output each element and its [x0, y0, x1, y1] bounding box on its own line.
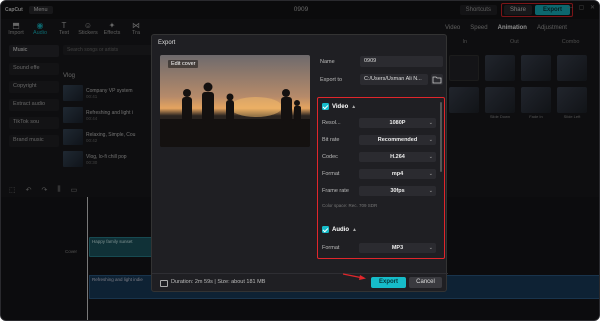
framerate-value: 30fps — [390, 188, 405, 194]
name-label: Name — [320, 59, 335, 65]
export-summary: Duration: 2m 59s | Size: about 181 MB — [171, 279, 266, 285]
resolution-label: Resol... — [322, 120, 341, 126]
family-silhouette-image — [160, 82, 310, 147]
cancel-button[interactable]: Cancel — [409, 277, 442, 288]
codec-value: H.264 — [390, 154, 405, 160]
audio-section-header[interactable]: Audio ▲ — [322, 226, 357, 233]
chevron-down-icon: ⌄ — [428, 245, 433, 251]
name-input[interactable]: 0909 — [360, 56, 443, 67]
audio-format-label: Format — [322, 245, 340, 251]
folder-icon — [432, 76, 442, 84]
export-path-input[interactable]: C:/Users/Usman Ali N... — [360, 74, 428, 85]
chevron-down-icon: ⌄ — [428, 137, 433, 143]
video-section-header[interactable]: Video ▲ — [322, 103, 356, 110]
annotation-arrow-icon — [343, 273, 366, 280]
dialog-footer: Duration: 2m 59s | Size: about 181 MB Ex… — [152, 273, 448, 291]
collapse-icon[interactable]: ▲ — [351, 104, 356, 110]
chevron-down-icon: ⌄ — [428, 154, 433, 160]
settings-scrollbar[interactable] — [440, 102, 442, 172]
film-icon — [160, 280, 168, 287]
section-title: Audio — [332, 226, 349, 233]
video-checkbox[interactable] — [322, 103, 329, 110]
dialog-title: Export — [158, 40, 176, 46]
format-select[interactable]: mp4 ⌄ — [359, 169, 436, 179]
bitrate-label: Bit rate — [322, 137, 340, 143]
audio-format-select[interactable]: MP3 ⌄ — [359, 243, 436, 253]
chevron-down-icon: ⌄ — [428, 188, 433, 194]
export-dialog: Export Edit cover Name 0909 Export to C:… — [151, 34, 448, 292]
export-button[interactable]: Export — [371, 277, 406, 288]
bitrate-value: Recommended — [377, 137, 418, 143]
section-title: Video — [332, 103, 349, 110]
edit-cover-button[interactable]: Edit cover — [168, 60, 199, 68]
codec-label: Codec — [322, 154, 338, 160]
chevron-down-icon: ⌄ — [428, 171, 433, 177]
capcut-window: CapCut Menu 0909 Shortcuts Share Export … — [0, 0, 600, 321]
cover-preview: Edit cover — [160, 55, 310, 147]
resolution-select[interactable]: 1080P ⌄ — [359, 118, 436, 128]
browse-folder-button[interactable] — [431, 74, 443, 85]
codec-select[interactable]: H.264 ⌄ — [359, 152, 436, 162]
resolution-value: 1080P — [389, 120, 406, 126]
color-space-note: Color space: Rec. 709 SDR — [322, 203, 378, 208]
format-value: mp4 — [391, 171, 404, 177]
bitrate-select[interactable]: Recommended ⌄ — [359, 135, 436, 145]
audio-format-value: MP3 — [391, 245, 404, 251]
format-label: Format — [322, 171, 340, 177]
export-to-label: Export to — [320, 77, 343, 83]
framerate-select[interactable]: 30fps ⌄ — [359, 186, 436, 196]
export-settings-highlight: Video ▲ Resol... 1080P ⌄ Bit rate Recommen… — [317, 97, 445, 259]
chevron-down-icon: ⌄ — [428, 120, 433, 126]
audio-checkbox[interactable] — [322, 226, 329, 233]
collapse-icon[interactable]: ▲ — [352, 227, 357, 233]
framerate-label: Frame rate — [322, 188, 349, 194]
